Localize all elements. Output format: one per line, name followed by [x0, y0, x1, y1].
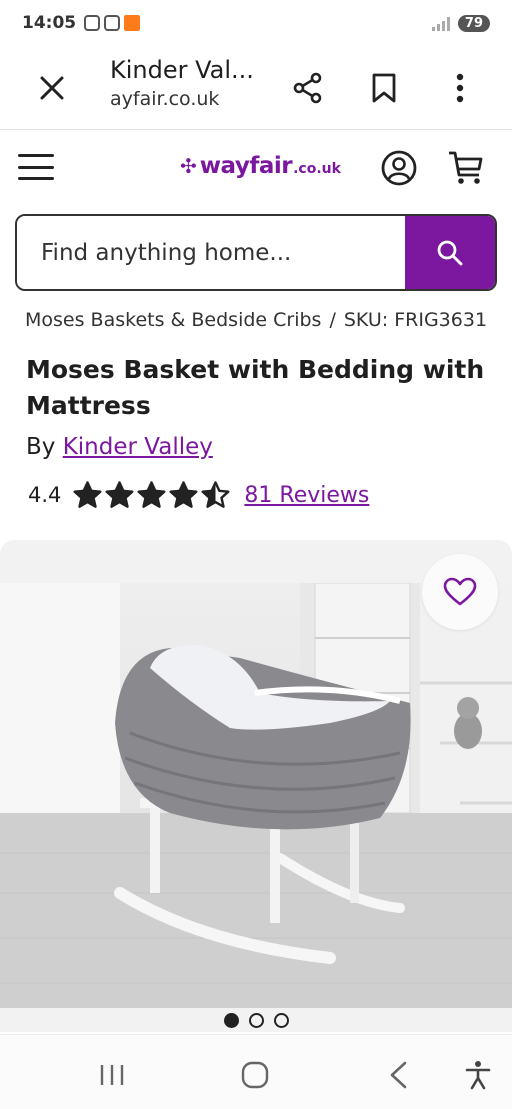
menu-button[interactable] — [18, 151, 54, 183]
by-prefix: By — [26, 434, 56, 460]
account-icon[interactable] — [380, 149, 418, 187]
notification-icons — [84, 15, 141, 31]
gallery-dot[interactable] — [223, 1013, 239, 1028]
star-full-icon — [73, 480, 102, 508]
logo-mark-icon: ✣ — [180, 154, 197, 178]
battery-indicator: 79 — [457, 14, 490, 32]
star-full-icon — [137, 480, 166, 508]
reviews-link[interactable]: 81 Reviews — [244, 483, 369, 508]
brand-line: By Kinder Valley — [26, 434, 213, 460]
accessibility-button[interactable] — [458, 1055, 498, 1095]
brand-link[interactable]: Kinder Valley — [63, 434, 213, 460]
logo-text: wayfair — [199, 153, 293, 179]
system-navigation-bar — [0, 1034, 512, 1109]
rating-value: 4.4 — [28, 483, 62, 507]
tab-title: Kinder Val... — [110, 56, 254, 84]
product-sku: SKU: FRIG3631 — [343, 309, 488, 331]
recent-apps-button[interactable] — [92, 1055, 132, 1095]
search-input[interactable] — [17, 216, 405, 289]
call-icon — [84, 15, 101, 31]
more-options-button[interactable] — [440, 68, 480, 108]
bookmark-icon — [372, 73, 396, 103]
star-full-icon — [105, 480, 134, 508]
bookmark-button[interactable] — [364, 68, 404, 108]
logo-domain: .co.uk — [293, 161, 341, 177]
back-button[interactable] — [378, 1055, 418, 1095]
gallery-pagination — [0, 1013, 512, 1028]
add-to-wishlist-button[interactable] — [422, 554, 498, 630]
back-icon — [390, 1061, 407, 1089]
accessibility-icon — [465, 1061, 491, 1090]
moses-basket-illustration — [0, 583, 512, 1008]
product-image[interactable] — [0, 583, 512, 1008]
recent-apps-icon — [100, 1065, 124, 1085]
star-half-icon — [201, 480, 230, 508]
status-bar: 14:05 79 — [0, 0, 512, 46]
star-full-icon — [169, 480, 198, 508]
signal-icon — [431, 15, 450, 31]
home-icon — [241, 1061, 269, 1089]
search-icon — [437, 240, 463, 265]
browser-tab-bar: Kinder Val... ayfair.co.uk — [0, 46, 512, 130]
gallery-dot[interactable] — [248, 1013, 264, 1028]
close-tab-button[interactable] — [32, 68, 72, 108]
share-icon — [293, 72, 322, 104]
app-notification-icon — [124, 15, 141, 31]
gallery-dot[interactable] — [273, 1013, 289, 1028]
product-title: Moses Basket with Bedding with Mattress — [26, 355, 485, 420]
search-button[interactable] — [405, 216, 495, 289]
breadcrumb-category-link[interactable]: Moses Baskets & Bedside Cribs — [25, 309, 321, 331]
breadcrumb-separator: / — [329, 309, 336, 331]
wayfair-logo[interactable]: ✣ wayfair .co.uk — [180, 153, 341, 179]
search-bar — [15, 214, 497, 291]
status-time: 14:05 — [22, 13, 77, 33]
hamburger-icon — [18, 154, 54, 157]
share-button[interactable] — [288, 68, 328, 108]
product-image-gallery[interactable] — [0, 540, 512, 1032]
rating-row: 4.4 81 Reviews — [28, 478, 369, 512]
close-icon — [40, 76, 64, 100]
site-header: ✣ wayfair .co.uk — [0, 131, 512, 205]
cart-icon[interactable] — [446, 149, 486, 187]
screenshot-icon — [104, 15, 121, 31]
more-vert-icon — [456, 73, 464, 103]
breadcrumb: Moses Baskets & Bedside Cribs / SKU: FRI… — [25, 309, 487, 331]
system-status: 79 — [431, 14, 490, 32]
star-rating[interactable] — [73, 480, 230, 510]
tab-title-area: Kinder Val... ayfair.co.uk — [110, 56, 270, 110]
home-button[interactable] — [235, 1055, 275, 1095]
heart-icon — [443, 577, 477, 606]
tab-url: ayfair.co.uk — [110, 88, 220, 110]
